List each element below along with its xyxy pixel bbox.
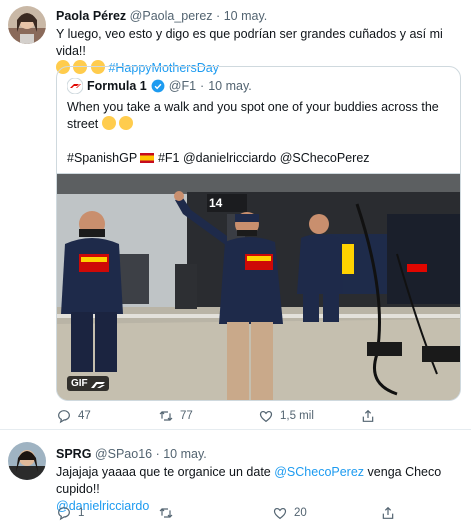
spain-flag-icon (140, 153, 155, 163)
svg-text:14: 14 (209, 196, 223, 210)
retweet-button[interactable]: 77 (158, 408, 193, 424)
quoted-tweet[interactable]: Formula 1 @F1 · 10 may. When you take a … (56, 66, 461, 401)
wink-emoji-icon (119, 116, 134, 130)
avatar[interactable] (8, 442, 46, 480)
avatar-image (8, 442, 46, 480)
tweet-header: Paola Pérez @Paola_perez · 10 may. (56, 8, 267, 24)
gif-badge: GIF (67, 376, 109, 391)
tweet-date[interactable]: 10 may. (163, 447, 207, 461)
reply-count: 1 (78, 507, 85, 519)
mention-link[interactable]: @SChecoPerez (274, 465, 364, 479)
quoted-author-handle[interactable]: @F1 (169, 78, 196, 94)
tweet-header: SPRG @SPao16 · 10 may. (56, 446, 207, 462)
separator: · (155, 447, 160, 461)
share-button[interactable] (360, 408, 376, 424)
author-handle[interactable]: @SPao16 (95, 447, 152, 461)
quoted-tweet-date[interactable]: 10 may. (208, 78, 252, 94)
author-handle[interactable]: @Paola_perez (130, 9, 213, 23)
tweet-actions: 47 77 1,5 mil (56, 408, 461, 428)
share-button[interactable] (380, 505, 396, 521)
like-button[interactable]: 20 (272, 505, 307, 521)
f1-logo-icon (90, 381, 105, 388)
tweet-text-line: Y luego, veo esto y digo es que podrían … (56, 27, 443, 58)
tweet-text-part: Jajajaja yaaaa que te organice un date (56, 465, 275, 479)
retweet-button[interactable] (158, 505, 180, 521)
like-icon (273, 507, 287, 520)
reply-button[interactable]: 1 (56, 505, 84, 521)
quoted-tweet-header: Formula 1 @F1 · 10 may. (67, 78, 252, 94)
quoted-text-line: street (67, 117, 99, 131)
tweet-actions: 1 20 (56, 505, 461, 525)
quoted-tags[interactable]: #F1 @danielricciardo @SChecoPerez (158, 151, 370, 165)
avatar-image (8, 6, 46, 44)
separator: · (200, 79, 205, 93)
f1-logo-icon (67, 78, 83, 94)
quoted-text-line: When you take a walk and you spot one of… (67, 100, 439, 114)
author-name[interactable]: Paola Pérez (56, 9, 126, 23)
share-icon (382, 506, 394, 519)
like-count: 1,5 mil (280, 410, 314, 422)
retweet-icon (159, 508, 173, 518)
separator: · (216, 9, 221, 23)
quoted-author-name[interactable]: Formula 1 (87, 78, 147, 94)
tweet-date[interactable]: 10 may. (224, 9, 268, 23)
reply-icon (58, 507, 70, 521)
author-name[interactable]: SPRG (56, 447, 91, 461)
pit-lane-image: 14 (57, 174, 460, 400)
reply-button[interactable]: 47 (56, 408, 91, 424)
squinting-tongue-emoji-icon (101, 116, 116, 130)
like-button[interactable]: 1,5 mil (258, 408, 314, 424)
like-icon (259, 410, 273, 423)
quoted-tweet-text: When you take a walk and you spot one of… (67, 99, 452, 167)
avatar[interactable] (8, 6, 46, 44)
retweet-count: 77 (180, 410, 193, 422)
reply-icon (58, 410, 70, 424)
share-icon (362, 409, 374, 422)
retweet-icon (159, 411, 173, 421)
verified-badge-icon (151, 79, 165, 93)
tweet-paola-perez[interactable]: Paola Pérez @Paola_perez · 10 may. Y lue… (0, 0, 471, 430)
tweet-sprg[interactable]: SPRG @SPao16 · 10 may. Jajajaja yaaaa qu… (0, 430, 471, 528)
gif-media[interactable]: 14 GIF (57, 173, 460, 400)
gif-label: GIF (71, 378, 88, 389)
like-count: 20 (294, 507, 307, 519)
reply-count: 47 (78, 410, 91, 422)
quoted-hashtag[interactable]: #SpanishGP (67, 151, 137, 165)
